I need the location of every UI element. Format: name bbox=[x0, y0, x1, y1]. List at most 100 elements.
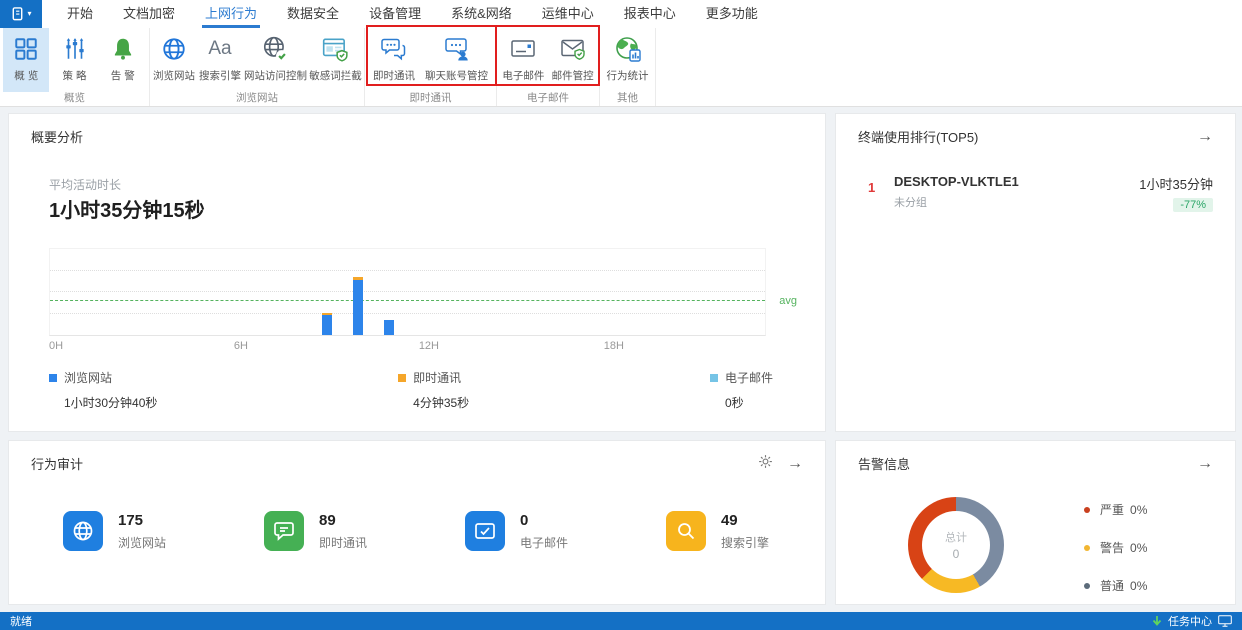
ribbon-btn-sensitive-word[interactable]: 敏感词拦截 bbox=[308, 28, 363, 92]
ribbon-btn-label: 行为统计 bbox=[607, 68, 649, 83]
ribbon-btn-overview[interactable]: 概 览 bbox=[3, 28, 49, 92]
status-bar: 就绪 任务中心 bbox=[0, 612, 1242, 630]
stat-label: 即时通讯 bbox=[319, 534, 367, 551]
legend-item-email: 电子邮件 0秒 bbox=[710, 369, 773, 411]
stat-item-browse[interactable]: 175 浏览网站 bbox=[63, 511, 166, 551]
activity-chart-legend: 浏览网站 1小时30分钟40秒 即时通讯 4分钟35秒 电子邮件 0秒 bbox=[49, 369, 773, 411]
mail-icon bbox=[473, 519, 497, 543]
browser-shield-icon bbox=[321, 33, 349, 65]
sliders-icon bbox=[62, 33, 88, 65]
x-tick-label: 18H bbox=[604, 340, 624, 352]
ribbon-btn-site-access-control[interactable]: 网站访问控制 bbox=[243, 28, 308, 92]
ribbon-btn-label: 浏览网站 bbox=[153, 68, 195, 83]
top-terminals-panel: 终端使用排行(TOP5) → 1 DESKTOP-VLKTLE1 未分组 1小时… bbox=[835, 113, 1236, 432]
gear-icon[interactable] bbox=[758, 454, 773, 473]
donut-center-value: 0 bbox=[953, 547, 960, 561]
alert-legend-item-warning: 警告 0% bbox=[1084, 539, 1147, 556]
ribbon-group-label: 即时通讯 bbox=[365, 92, 496, 106]
alert-legend-dot bbox=[1084, 583, 1090, 589]
task-center-button[interactable]: 任务中心 bbox=[1152, 613, 1232, 629]
menu-item-report-center[interactable]: 报表中心 bbox=[609, 0, 691, 28]
ribbon-btn-chat-account[interactable]: 聊天账号管控 bbox=[422, 28, 491, 92]
alerts-donut: 总计 0 bbox=[908, 497, 1004, 593]
alert-legend-label: 严重 bbox=[1100, 501, 1124, 518]
ribbon-btn-behavior-stats[interactable]: 行为统计 bbox=[604, 28, 652, 92]
ribbon-btn-label: 即时通讯 bbox=[373, 68, 415, 83]
ribbon-btn-label: 搜索引擎 bbox=[199, 68, 241, 83]
ribbon-btn-mail-control[interactable]: 邮件管控 bbox=[549, 28, 597, 92]
task-center-label: 任务中心 bbox=[1168, 613, 1212, 629]
x-tick-label: 12H bbox=[419, 340, 439, 352]
alert-legend-value: 0% bbox=[1130, 503, 1147, 517]
envelope-icon bbox=[509, 33, 537, 65]
ribbon-group-other: 行为统计 其他 bbox=[600, 28, 656, 106]
donut-center-label: 总计 bbox=[945, 529, 967, 545]
ribbon-btn-label: 电子邮件 bbox=[502, 68, 544, 83]
terminal-group: 未分组 bbox=[894, 194, 1139, 210]
donut-center: 总计 0 bbox=[922, 511, 990, 579]
terminal-duration: 1小时35分钟 bbox=[1139, 174, 1213, 193]
ribbon-group-overview: 概 览 策 略 告 警 概览 bbox=[0, 28, 150, 106]
ribbon-btn-search-engine[interactable]: Aa 搜索引擎 bbox=[197, 28, 243, 92]
menu-item-data-security[interactable]: 数据安全 bbox=[272, 0, 354, 28]
menu-item-device-mgmt[interactable]: 设备管理 bbox=[354, 0, 436, 28]
ribbon-btn-browse-site[interactable]: 浏览网站 bbox=[151, 28, 197, 92]
app-menu-button[interactable]: ▾ bbox=[0, 0, 42, 28]
envelope-shield-icon bbox=[559, 33, 587, 65]
chevron-down-icon: ▾ bbox=[27, 10, 31, 18]
menu-item-ops-center[interactable]: 运维中心 bbox=[527, 0, 609, 28]
terminal-list-item[interactable]: 1 DESKTOP-VLKTLE1 未分组 1小时35分钟 -77% bbox=[836, 174, 1235, 213]
stat-item-email[interactable]: 0 电子邮件 bbox=[465, 511, 568, 551]
stat-item-im[interactable]: 89 即时通讯 bbox=[264, 511, 367, 551]
menu-item-system-network[interactable]: 系统&网络 bbox=[436, 0, 527, 28]
gridline bbox=[50, 313, 765, 314]
x-tick-label: 0H bbox=[49, 340, 63, 352]
ribbon-btn-label: 敏感词拦截 bbox=[309, 68, 362, 83]
alerts-title: 告警信息 bbox=[858, 454, 910, 473]
menu-item-start[interactable]: 开始 bbox=[52, 0, 108, 28]
alert-legend-label: 警告 bbox=[1100, 539, 1124, 556]
globe-icon bbox=[71, 519, 95, 543]
arrow-right-icon[interactable]: → bbox=[787, 456, 803, 472]
avg-duration-value: 1小时35分钟15秒 bbox=[49, 194, 205, 223]
chart-bar bbox=[322, 313, 332, 335]
summary-panel-title: 概要分析 bbox=[31, 127, 83, 146]
ribbon-btn-label: 告 警 bbox=[111, 68, 135, 83]
ribbon-toolbar: 概 览 策 略 告 警 概览 浏览网站 bbox=[0, 28, 1242, 107]
alerts-legend: 严重 0% 警告 0% 普通 0% bbox=[1084, 501, 1147, 615]
chart-bar bbox=[384, 320, 394, 335]
menu-item-internet-behavior[interactable]: 上网行为 bbox=[190, 0, 272, 28]
stat-tile bbox=[264, 511, 304, 551]
summary-panel: 概要分析 平均活动时长 1小时35分钟15秒 avg 0H6H12H18H 浏览… bbox=[8, 113, 826, 432]
behavior-audit-panel: 行为审计 → 175 浏览网站 89 bbox=[8, 440, 826, 605]
stat-item-search[interactable]: 49 搜索引擎 bbox=[666, 511, 769, 551]
menu-items: 开始 文档加密 上网行为 数据安全 设备管理 系统&网络 运维中心 报表中心 更… bbox=[52, 0, 773, 28]
magnifier-icon bbox=[674, 519, 698, 543]
menu-item-more[interactable]: 更多功能 bbox=[691, 0, 773, 28]
status-text: 就绪 bbox=[10, 613, 1152, 629]
ribbon-btn-policy[interactable]: 策 略 bbox=[52, 28, 98, 92]
top-terminals-title: 终端使用排行(TOP5) bbox=[858, 127, 978, 146]
terminal-name: DESKTOP-VLKTLE1 bbox=[894, 174, 1139, 189]
ribbon-btn-alert[interactable]: 告 警 bbox=[100, 28, 146, 92]
ribbon-btn-label: 邮件管控 bbox=[552, 68, 594, 83]
arrow-right-icon[interactable]: → bbox=[1197, 129, 1213, 145]
ribbon-btn-im[interactable]: 即时通讯 bbox=[370, 28, 418, 92]
stat-value: 0 bbox=[520, 512, 568, 529]
globe-chart-icon bbox=[614, 33, 642, 65]
ribbon-btn-label: 网站访问控制 bbox=[244, 68, 307, 83]
ribbon-group-browse: 浏览网站 Aa 搜索引擎 网站访问控制 敏感词拦截 浏览网站 bbox=[150, 28, 365, 106]
ribbon-filler bbox=[656, 28, 1242, 106]
menu-item-doc-encrypt[interactable]: 文档加密 bbox=[108, 0, 190, 28]
legend-value: 1小时30分钟40秒 bbox=[64, 394, 157, 411]
legend-item-browse: 浏览网站 1小时30分钟40秒 bbox=[49, 369, 157, 411]
stat-tile bbox=[465, 511, 505, 551]
stat-label: 电子邮件 bbox=[520, 534, 568, 551]
alert-legend-dot bbox=[1084, 507, 1090, 513]
arrow-right-icon[interactable]: → bbox=[1197, 456, 1213, 472]
chat-person-icon bbox=[443, 33, 471, 65]
ribbon-btn-email[interactable]: 电子邮件 bbox=[499, 28, 547, 92]
alert-legend-label: 普通 bbox=[1100, 577, 1124, 594]
app-menu-icon bbox=[10, 6, 25, 22]
ribbon-group-label: 电子邮件 bbox=[497, 92, 599, 106]
